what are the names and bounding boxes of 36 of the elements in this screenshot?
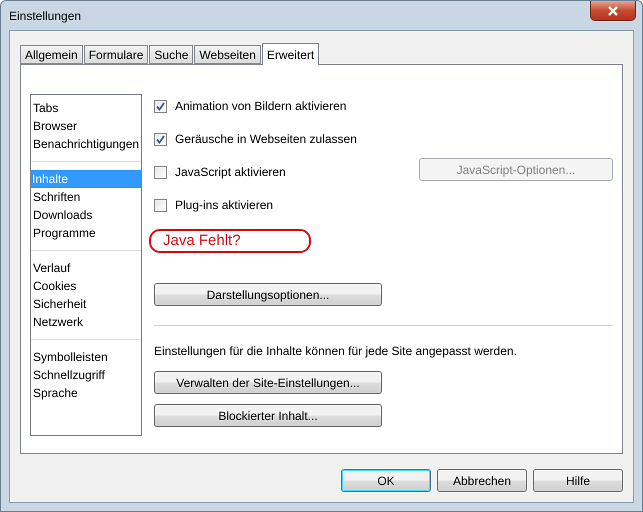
dialog-button[interactable]: Abbrechen [437,469,527,492]
category-item[interactable]: Browser [31,117,141,135]
checkbox[interactable] [154,166,167,179]
checkbox-label: JavaScript aktivieren [175,165,286,179]
checkbox[interactable] [154,133,167,146]
category-item[interactable]: Schnellzugriff [31,366,141,384]
tab[interactable]: Suche [149,45,194,64]
category-item[interactable]: Sicherheit [31,295,141,313]
category-item[interactable]: Downloads [31,206,141,224]
category-item[interactable]: Tabs [31,99,141,117]
window-title: Einstellungen [9,9,82,23]
checkbox[interactable] [154,199,167,212]
category-item[interactable]: Symbolleisten [31,348,141,366]
tab[interactable]: Webseiten [194,45,261,64]
close-button[interactable] [590,1,636,21]
checkbox-label: Plug-ins aktivieren [175,198,274,212]
display-options-button[interactable]: Darstellungsoptionen... [154,283,382,306]
dialog-button[interactable]: Hilfe [533,469,623,492]
checkbox[interactable] [154,100,167,113]
site-button[interactable]: Verwalten der Site-Einstellungen... [154,371,382,394]
category-item[interactable]: Netzwerk [31,313,141,331]
dialog-button[interactable]: OK [341,469,431,492]
checkbox-label: Geräusche in Webseiten zulassen [175,132,357,146]
category-item[interactable]: Programme [31,224,141,242]
close-icon [607,6,619,16]
category-item[interactable]: Cookies [31,277,141,295]
checkbox-label: Animation von Bildern aktivieren [175,99,346,113]
site-button[interactable]: Blockierter Inhalt... [154,404,382,427]
category-item[interactable]: Verlauf [31,259,141,277]
site-settings-note: Einstellungen für die Inhalte können für jede Site angepasst werden. [154,344,518,358]
tab[interactable]: Erweitert [262,43,320,65]
tab[interactable]: Allgemein [20,45,83,64]
tab[interactable]: Formulare [84,45,148,64]
category-item[interactable]: Sprache [31,384,141,402]
category-item[interactable]: Benachrichtigungen [31,135,141,153]
category-item[interactable]: Schriften [31,188,141,206]
